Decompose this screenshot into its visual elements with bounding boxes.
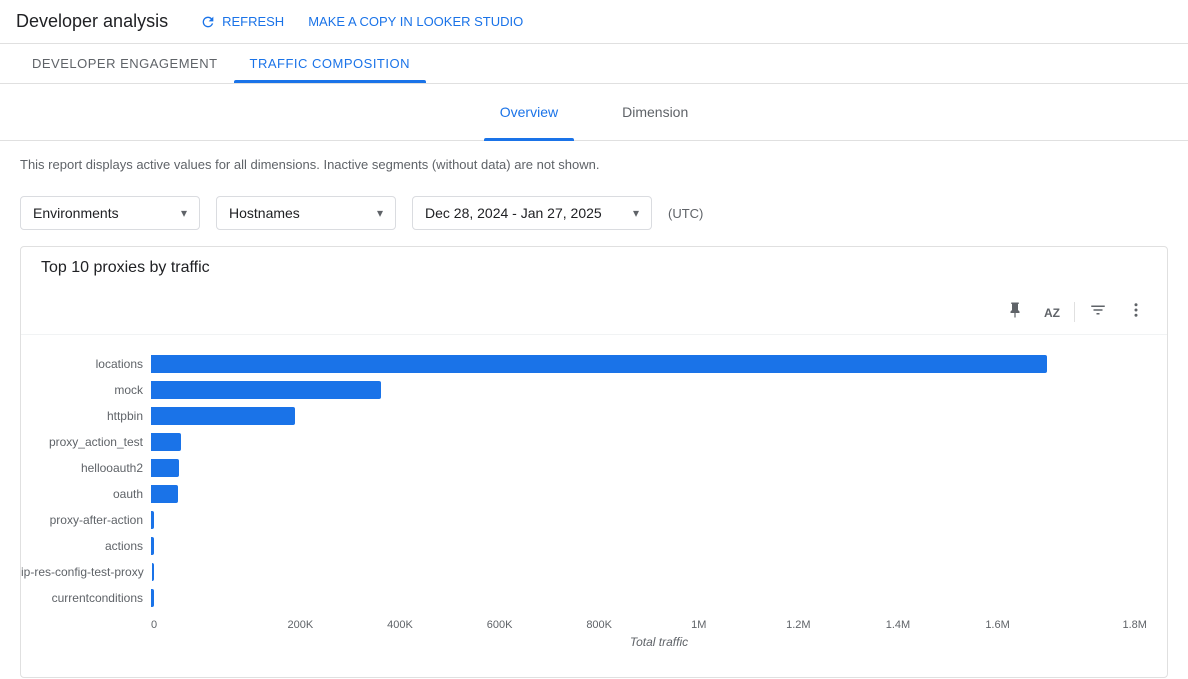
bar-label: hellooauth2	[21, 461, 151, 475]
bar-row: mock	[21, 377, 1147, 403]
chart-toolbar: AZ	[21, 289, 1167, 335]
toolbar-divider	[1074, 302, 1075, 322]
main-tabs: DEVELOPER ENGAGEMENT TRAFFIC COMPOSITION	[0, 44, 1188, 84]
pin-icon[interactable]	[1000, 297, 1030, 326]
refresh-button[interactable]: REFRESH	[192, 8, 292, 36]
x-axis: 0200K400K600K800K1M1.2M1.4M1.6M1.8M	[151, 611, 1167, 631]
hostnames-chevron-icon: ▾	[377, 206, 383, 220]
bar-label: oauth	[21, 487, 151, 501]
bar-row: locations	[21, 351, 1147, 377]
bar-container	[151, 485, 1147, 503]
environments-filter[interactable]: Environments ▾	[20, 196, 200, 230]
environments-chevron-icon: ▾	[181, 206, 187, 220]
x-tick: 1.2M	[749, 619, 849, 631]
bar-container	[151, 355, 1147, 373]
sub-tabs: Overview Dimension	[0, 84, 1188, 141]
bar-row: proxy_action_test	[21, 429, 1147, 455]
bar-label: mock	[21, 383, 151, 397]
header-actions: REFRESH MAKE A COPY IN LOOKER STUDIO	[192, 8, 531, 36]
bar[interactable]	[151, 459, 179, 477]
chart-title: Top 10 proxies by traffic	[21, 247, 1167, 289]
header: Developer analysis REFRESH MAKE A COPY I…	[0, 0, 1188, 44]
x-tick: 400K	[350, 619, 450, 631]
sort-alpha-icon[interactable]: AZ	[1038, 300, 1066, 324]
filter-icon[interactable]	[1083, 297, 1113, 326]
tab-developer-engagement[interactable]: DEVELOPER ENGAGEMENT	[16, 44, 234, 83]
sub-tab-overview[interactable]: Overview	[484, 96, 574, 128]
bar[interactable]	[151, 485, 178, 503]
bar-label: currentconditions	[21, 591, 151, 605]
bar-row: actions	[21, 533, 1147, 559]
bar-chart: locations mock httpbin proxy_action_testhel…	[21, 335, 1167, 677]
x-tick: 1.4M	[848, 619, 948, 631]
bar-container	[151, 381, 1147, 399]
timezone-label: (UTC)	[668, 206, 703, 221]
bar-label: actions	[21, 539, 151, 553]
x-tick: 600K	[450, 619, 550, 631]
bar-row: ip-res-config-test-proxy	[21, 559, 1147, 585]
hostnames-filter[interactable]: Hostnames ▾	[216, 196, 396, 230]
x-tick: 1.8M	[1047, 619, 1147, 631]
bar-container	[151, 433, 1147, 451]
more-vert-icon[interactable]	[1121, 297, 1151, 326]
bar-container	[151, 589, 1147, 607]
bar-row: proxy-after-action	[21, 507, 1147, 533]
sub-tab-dimension[interactable]: Dimension	[606, 96, 704, 128]
info-bar: This report displays active values for a…	[0, 141, 1188, 188]
copy-looker-button[interactable]: MAKE A COPY IN LOOKER STUDIO	[300, 8, 531, 35]
bar-label: locations	[21, 357, 151, 371]
refresh-label: REFRESH	[222, 14, 284, 29]
bar-row: oauth	[21, 481, 1147, 507]
date-range-filter[interactable]: Dec 28, 2024 - Jan 27, 2025 ▾	[412, 196, 652, 230]
bar-row: hellooauth2	[21, 455, 1147, 481]
bar-container	[152, 563, 1147, 581]
bar-container	[151, 511, 1147, 529]
bar-container	[151, 407, 1147, 425]
bar[interactable]	[151, 537, 154, 555]
bar-label: proxy-after-action	[21, 513, 151, 527]
copy-label: MAKE A COPY IN LOOKER STUDIO	[308, 14, 523, 29]
bar[interactable]	[151, 381, 381, 399]
bar-label: proxy_action_test	[21, 435, 151, 449]
bar-container	[151, 459, 1147, 477]
x-axis-label: Total traffic	[151, 631, 1167, 661]
chart-section: Top 10 proxies by traffic AZ locations mo…	[20, 246, 1168, 678]
bar[interactable]	[151, 433, 181, 451]
tab-traffic-composition[interactable]: TRAFFIC COMPOSITION	[234, 44, 426, 83]
bar-row: httpbin	[21, 403, 1147, 429]
x-tick: 1M	[649, 619, 749, 631]
filters: Environments ▾ Hostnames ▾ Dec 28, 2024 …	[0, 188, 1188, 246]
x-tick: 800K	[549, 619, 649, 631]
bar[interactable]	[151, 511, 154, 529]
refresh-icon	[200, 14, 216, 30]
x-tick: 0	[151, 619, 251, 631]
bar-label: ip-res-config-test-proxy	[21, 565, 152, 579]
bar[interactable]	[151, 589, 154, 607]
bar-row: currentconditions	[21, 585, 1147, 611]
x-tick: 200K	[251, 619, 351, 631]
bar[interactable]	[151, 407, 295, 425]
page-title: Developer analysis	[16, 11, 168, 32]
bar[interactable]	[152, 563, 155, 581]
x-tick: 1.6M	[948, 619, 1048, 631]
date-chevron-icon: ▾	[633, 206, 639, 220]
bar[interactable]	[151, 355, 1047, 373]
chart-bars: locations mock httpbin proxy_action_testhel…	[21, 351, 1167, 611]
bar-label: httpbin	[21, 409, 151, 423]
bar-container	[151, 537, 1147, 555]
